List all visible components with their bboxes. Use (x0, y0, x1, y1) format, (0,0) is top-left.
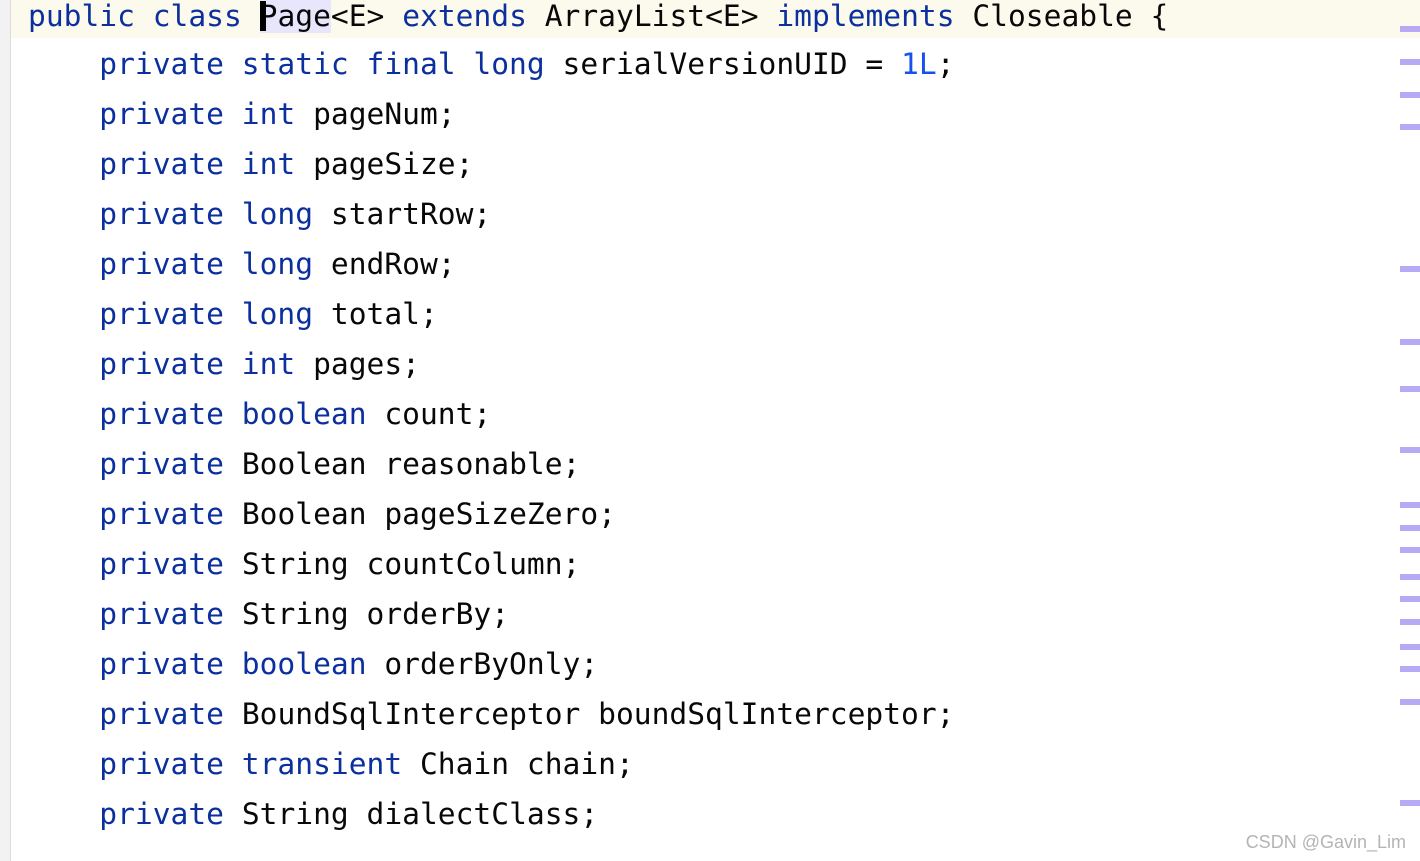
code-editor[interactable]: public class Page<E> extends ArrayList<E… (11, 0, 1420, 861)
code-line[interactable]: private Boolean reasonable; (11, 449, 1420, 500)
code-text: private String dialectClass; (28, 799, 598, 829)
keyword-token: private (28, 597, 242, 631)
scrollbar-marker[interactable] (1400, 644, 1420, 650)
code-text: private long total; (28, 299, 438, 329)
code-text: private long endRow; (28, 249, 455, 279)
code-text: private String orderBy; (28, 599, 509, 629)
keyword-token: private boolean (28, 397, 385, 431)
scrollbar-marker[interactable] (1400, 502, 1420, 508)
code-line[interactable]: private boolean orderByOnly; (11, 649, 1420, 700)
code-token: startRow; (330, 197, 492, 231)
code-text: private int pageNum; (28, 99, 455, 129)
code-token: count; (384, 397, 492, 431)
scrollbar-marker[interactable] (1400, 26, 1420, 32)
code-token: endRow; (330, 247, 456, 281)
code-text: private boolean count; (28, 399, 491, 429)
code-line[interactable]: private String countColumn; (11, 549, 1420, 600)
code-token: ArrayList<E> (544, 0, 777, 33)
scrollbar-marker[interactable] (1400, 666, 1420, 672)
keyword-token: private int (28, 97, 314, 131)
code-token: pageSize; (313, 147, 474, 181)
code-token: String dialectClass; (241, 797, 599, 831)
scrollbar-marker[interactable] (1400, 699, 1420, 705)
keyword-token: private (28, 547, 242, 581)
code-line[interactable]: private BoundSqlInterceptor boundSqlInte… (11, 699, 1420, 750)
code-line[interactable]: private int pageNum; (11, 99, 1420, 150)
scrollbar-marker[interactable] (1400, 596, 1420, 602)
code-line[interactable]: private String orderBy; (11, 599, 1420, 650)
scrollbar-marker[interactable] (1400, 619, 1420, 625)
code-token: Closeable { (972, 0, 1169, 33)
keyword-token: private (28, 447, 242, 481)
number-literal: 1L (901, 47, 937, 81)
code-token: BoundSqlInterceptor boundSqlInterceptor; (241, 697, 955, 731)
scrollbar-marker[interactable] (1400, 124, 1420, 130)
editor-gutter (0, 0, 11, 861)
highlighted-identifier: Page (259, 0, 331, 33)
keyword-token: private long (28, 297, 331, 331)
scrollbar-marker[interactable] (1400, 59, 1420, 65)
code-token: Boolean reasonable; (241, 447, 581, 481)
scrollbar-marker[interactable] (1400, 574, 1420, 580)
code-token: String orderBy; (241, 597, 510, 631)
code-line[interactable]: private int pages; (11, 349, 1420, 400)
code-text: private int pageSize; (28, 149, 473, 179)
keyword-token: extends (402, 0, 545, 33)
code-text: private String countColumn; (28, 549, 580, 579)
keyword-token: private boolean (28, 647, 385, 681)
watermark: CSDN @Gavin_Lim (1245, 832, 1406, 852)
code-text: private boolean orderByOnly; (28, 649, 598, 679)
keyword-token: implements (776, 0, 973, 33)
keyword-token: private (28, 797, 242, 831)
code-line[interactable]: private long endRow; (11, 249, 1420, 300)
keyword-token: private int (28, 347, 314, 381)
code-token: <E> (330, 0, 403, 33)
code-token: ; (936, 47, 955, 81)
code-token: total; (330, 297, 438, 331)
scrollbar-marker[interactable] (1400, 800, 1420, 806)
keyword-token: private (28, 697, 242, 731)
scrollbar-marker[interactable] (1400, 266, 1420, 272)
scrollbar-marker[interactable] (1400, 525, 1420, 531)
code-text: private long startRow; (28, 199, 491, 229)
code-token: String countColumn; (241, 547, 581, 581)
keyword-token: private transient (28, 747, 420, 781)
scrollbar-marker[interactable] (1400, 92, 1420, 98)
code-line[interactable]: private boolean count; (11, 399, 1420, 450)
code-line[interactable]: private long total; (11, 299, 1420, 350)
keyword-token: private static final long (28, 47, 563, 81)
code-token: serialVersionUID = (562, 47, 902, 81)
code-token: pages; (313, 347, 420, 381)
code-line[interactable]: private String dialectClass; (11, 799, 1420, 850)
code-token: Chain chain; (419, 747, 634, 781)
code-line-current[interactable]: public class Page<E> extends ArrayList<E… (11, 0, 1420, 38)
code-line[interactable]: private int pageSize; (11, 149, 1420, 200)
code-line[interactable]: private Boolean pageSizeZero; (11, 499, 1420, 550)
code-text: private BoundSqlInterceptor boundSqlInte… (28, 699, 954, 729)
keyword-token: private long (28, 197, 331, 231)
code-token: pageNum; (313, 97, 456, 131)
scrollbar-marker[interactable] (1400, 339, 1420, 345)
code-text: private int pages; (28, 349, 420, 379)
keyword-token: private (28, 497, 242, 531)
code-text: private transient Chain chain; (28, 749, 634, 779)
keyword-token: private long (28, 247, 331, 281)
code-line[interactable]: private transient Chain chain; (11, 749, 1420, 800)
code-text: private static final long serialVersionU… (28, 49, 954, 79)
code-text: private Boolean reasonable; (28, 449, 580, 479)
scrollbar-marker[interactable] (1400, 386, 1420, 392)
keyword-token: public class (28, 0, 260, 33)
code-line[interactable]: private static final long serialVersionU… (11, 49, 1420, 100)
text-caret (259, 1, 266, 31)
scrollbar-marker[interactable] (1400, 547, 1420, 553)
code-token: Boolean pageSizeZero; (241, 497, 616, 531)
scrollbar-marker[interactable] (1400, 447, 1420, 453)
code-text: private Boolean pageSizeZero; (28, 499, 616, 529)
code-line[interactable]: private long startRow; (11, 199, 1420, 250)
keyword-token: private int (28, 147, 314, 181)
code-token: orderByOnly; (384, 647, 599, 681)
code-text: public class Page<E> extends ArrayList<E… (28, 0, 1169, 33)
